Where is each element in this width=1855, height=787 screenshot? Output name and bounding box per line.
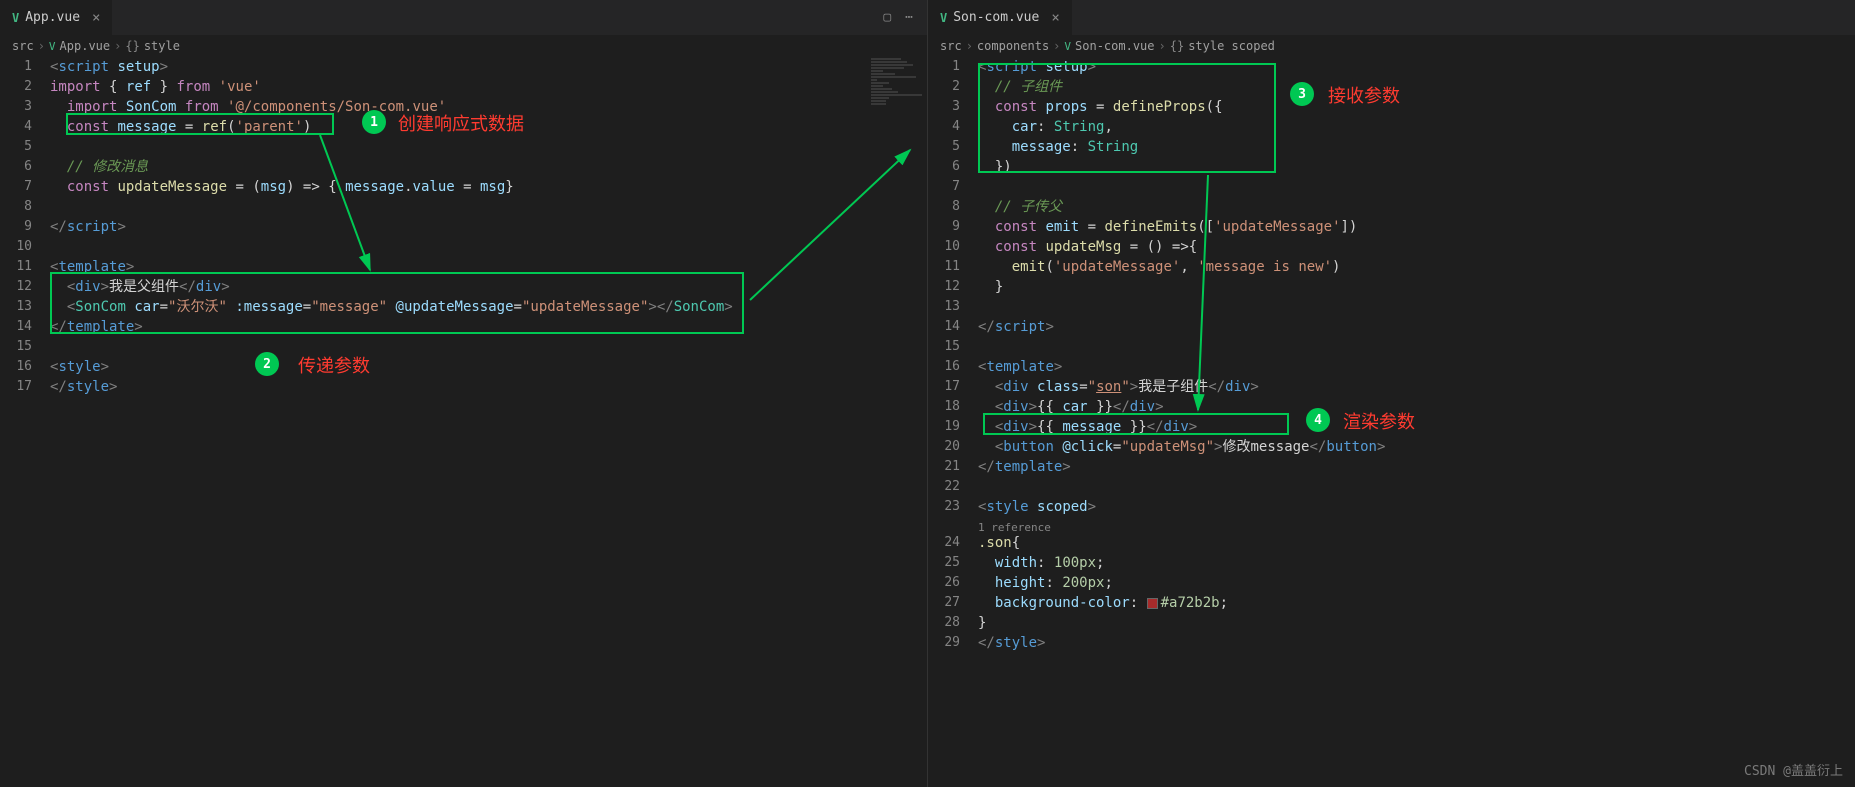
editor-left[interactable]: 1234 5678 9101112 1314151617 <script set… bbox=[0, 57, 927, 787]
annotation-badge-1: 1 bbox=[362, 110, 386, 134]
split-editor-icon[interactable]: ▢ bbox=[883, 10, 891, 25]
crumb-symbol[interactable]: style scoped bbox=[1188, 39, 1275, 53]
crumb-file[interactable]: Son-com.vue bbox=[1075, 39, 1154, 53]
code-area[interactable]: <script setup> import { ref } from 'vue'… bbox=[50, 57, 927, 787]
annotation-text-3: 接收参数 bbox=[1328, 82, 1400, 108]
annotation-badge-3: 3 bbox=[1290, 82, 1314, 106]
breadcrumb[interactable]: src › V App.vue › {} style bbox=[0, 35, 927, 57]
crumb-file[interactable]: App.vue bbox=[60, 39, 111, 53]
more-icon[interactable]: ⋯ bbox=[905, 10, 913, 25]
code-area[interactable]: <script setup> // 子组件 const props = defi… bbox=[978, 57, 1855, 787]
tab-actions: ▢ ⋯ bbox=[883, 10, 927, 25]
close-icon[interactable]: × bbox=[92, 10, 100, 26]
annotation-text-4: 渲染参数 bbox=[1343, 408, 1415, 434]
annotation-badge-4: 4 bbox=[1306, 408, 1330, 432]
tab-bar: V Son-com.vue × bbox=[928, 0, 1855, 35]
vue-icon: V bbox=[12, 11, 19, 25]
chevron-right-icon: › bbox=[1053, 39, 1060, 53]
crumb-src[interactable]: src bbox=[12, 39, 34, 53]
vue-icon: V bbox=[940, 11, 947, 25]
minimap[interactable] bbox=[867, 57, 927, 157]
editor-pane-left: V App.vue × ▢ ⋯ src › V App.vue › {} sty… bbox=[0, 0, 928, 787]
tab-app-vue[interactable]: V App.vue × bbox=[0, 0, 113, 35]
tab-bar: V App.vue × ▢ ⋯ bbox=[0, 0, 927, 35]
crumb-folder[interactable]: components bbox=[977, 39, 1049, 53]
line-gutter: 1234 5678 9101112 13141516 17181920 2122… bbox=[928, 57, 978, 787]
tab-son-com-vue[interactable]: V Son-com.vue × bbox=[928, 0, 1073, 35]
annotation-text-1: 创建响应式数据 bbox=[398, 110, 524, 136]
close-icon[interactable]: × bbox=[1051, 10, 1059, 26]
crumb-symbol[interactable]: style bbox=[144, 39, 180, 53]
editor-pane-right: V Son-com.vue × src › components › V Son… bbox=[928, 0, 1855, 787]
watermark: CSDN @盖盖衍上 bbox=[1744, 760, 1843, 779]
chevron-right-icon: › bbox=[38, 39, 45, 53]
annotation-badge-2: 2 bbox=[255, 352, 279, 376]
annotation-text-2: 传递参数 bbox=[298, 352, 370, 378]
chevron-right-icon: › bbox=[1159, 39, 1166, 53]
brace-icon: {} bbox=[125, 39, 139, 53]
breadcrumb[interactable]: src › components › V Son-com.vue › {} st… bbox=[928, 35, 1855, 57]
chevron-right-icon: › bbox=[966, 39, 973, 53]
brace-icon: {} bbox=[1170, 39, 1184, 53]
chevron-right-icon: › bbox=[114, 39, 121, 53]
vue-icon: V bbox=[1064, 40, 1071, 53]
crumb-src[interactable]: src bbox=[940, 39, 962, 53]
line-gutter: 1234 5678 9101112 1314151617 bbox=[0, 57, 50, 787]
color-swatch-icon[interactable] bbox=[1147, 598, 1158, 609]
vue-icon: V bbox=[49, 40, 56, 53]
tab-label: Son-com.vue bbox=[953, 10, 1039, 25]
tab-label: App.vue bbox=[25, 10, 80, 25]
